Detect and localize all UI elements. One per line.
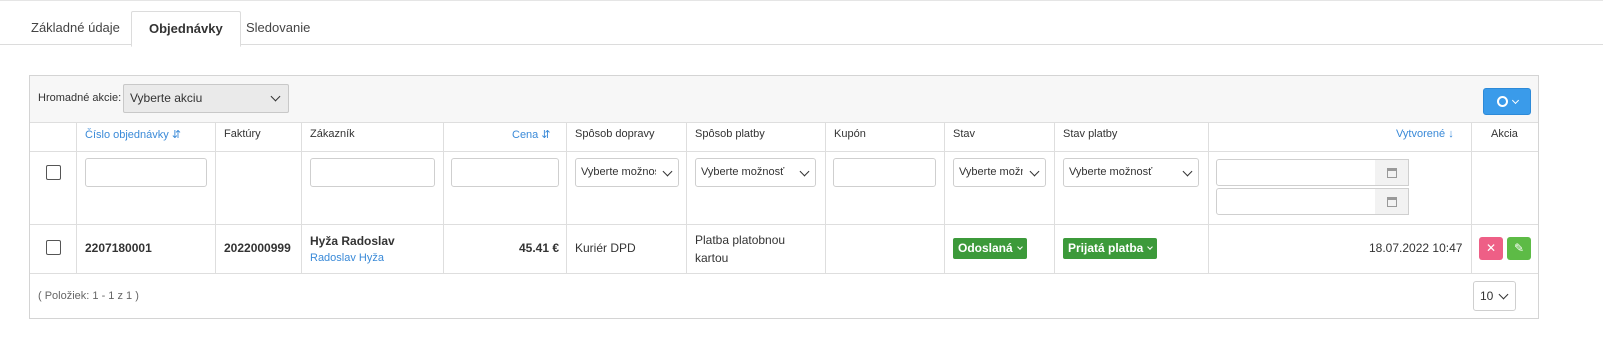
pagination-count: ( Položiek: 1 - 1 z 1 ): [38, 290, 139, 302]
delete-button[interactable]: ✕: [1479, 237, 1503, 260]
divider: [1208, 122, 1209, 273]
payment-status-filter-select[interactable]: Vyberte možnosť: [1063, 158, 1199, 187]
chevron-down-icon: [662, 166, 673, 177]
payment-status-filter-value: Vyberte možnosť: [1069, 166, 1153, 178]
sort-icon: ⇵: [171, 129, 182, 141]
order-status-label: Odoslaná: [958, 241, 1013, 255]
divider: [76, 122, 77, 273]
divider: [215, 122, 216, 273]
grid-settings-button[interactable]: [1483, 88, 1531, 115]
created-from-calendar-button[interactable]: [1375, 159, 1409, 186]
divider: [30, 151, 1538, 152]
tab-bar: Základné údaje Objednávky Sledovanie: [0, 0, 1603, 47]
customer-filter-input[interactable]: [310, 158, 435, 187]
chevron-down-icon: [1147, 243, 1154, 250]
customer-link[interactable]: Radoslav Hyža: [310, 252, 384, 264]
divider: [301, 122, 302, 273]
column-header-invoices: Faktúry: [224, 128, 261, 140]
order-number-filter-input[interactable]: [85, 158, 207, 187]
sort-icon: ⇵: [541, 129, 551, 141]
chevron-down-icon: [1029, 166, 1040, 177]
column-header-created[interactable]: Vytvorené ↓: [1396, 128, 1454, 140]
grid-toolbar: Hromadné akcie: Vyberte akciu: [30, 76, 1538, 122]
chevron-down-icon: [1182, 166, 1193, 177]
gear-icon: [1496, 96, 1508, 108]
chevron-down-icon: [1498, 289, 1509, 300]
bulk-actions-value: Vyberte akciu: [130, 91, 203, 105]
order-number-cell[interactable]: 2207180001: [85, 241, 152, 255]
delivery-cell: Kuriér DPD: [575, 241, 636, 255]
invoice-cell[interactable]: 2022000999: [224, 241, 291, 255]
order-status-badge[interactable]: Odoslaná: [953, 238, 1027, 259]
column-header-status: Stav: [953, 128, 976, 140]
calendar-icon: [1387, 197, 1397, 207]
orders-grid-panel: Hromadné akcie: Vyberte akciu Číslo obje…: [29, 75, 1539, 319]
column-header-label: Cena: [512, 129, 539, 141]
sort-icon: ↓: [1448, 128, 1454, 140]
column-header-coupon: Kupón: [834, 128, 866, 140]
payment-filter-select[interactable]: Vyberte možnosť: [695, 158, 816, 187]
chevron-down-icon: [1511, 96, 1519, 104]
divider: [443, 122, 444, 273]
column-header-payment: Spôsob platby: [695, 128, 765, 140]
status-filter-select[interactable]: Vyberte možnosť: [953, 158, 1046, 187]
page-size-select[interactable]: 10: [1473, 281, 1516, 311]
edit-button[interactable]: ✎: [1507, 237, 1531, 260]
divider: [825, 122, 826, 273]
price-filter-input[interactable]: [451, 158, 559, 187]
payment-cell-line2: kartou: [695, 251, 729, 265]
page-size-value: 10: [1480, 289, 1494, 303]
divider: [1054, 122, 1055, 273]
column-header-order-number[interactable]: Číslo objednávky ⇵: [85, 128, 181, 141]
column-header-payment-status: Stav platby: [1063, 128, 1118, 140]
chevron-down-icon: [799, 166, 810, 177]
column-header-label: Vytvorené: [1396, 128, 1446, 140]
divider: [30, 224, 1538, 225]
bulk-actions-select[interactable]: Vyberte akciu: [123, 84, 289, 113]
column-header-actions: Akcia: [1491, 128, 1518, 140]
delivery-filter-value: Vyberte možnosť: [581, 166, 656, 178]
column-header-delivery: Spôsob dopravy: [575, 128, 655, 140]
calendar-icon: [1387, 168, 1397, 178]
bulk-actions-label: Hromadné akcie:: [38, 92, 122, 104]
column-header-price[interactable]: Cena ⇵: [512, 128, 551, 141]
chevron-down-icon: [1016, 243, 1023, 250]
column-header-label: Číslo objednávky: [85, 129, 169, 141]
divider: [30, 273, 1538, 274]
created-cell: 18.07.2022 10:47: [1369, 241, 1463, 255]
tab-sledovanie[interactable]: Sledovanie: [229, 11, 327, 46]
created-from-input[interactable]: [1216, 159, 1376, 186]
payment-status-badge[interactable]: Prijatá platba: [1063, 238, 1158, 259]
status-filter-value: Vyberte možnosť: [959, 166, 1023, 178]
payment-filter-value: Vyberte možnosť: [701, 166, 785, 178]
row-select-checkbox[interactable]: [46, 240, 61, 255]
divider: [30, 122, 1538, 123]
chevron-down-icon: [270, 91, 281, 102]
divider: [944, 122, 945, 273]
delivery-filter-select[interactable]: Vyberte možnosť: [575, 158, 679, 187]
tab-zakladne-udaje[interactable]: Základné údaje: [14, 11, 137, 46]
payment-cell-line1: Platba platobnou: [695, 233, 786, 247]
price-cell: 45.41 €: [519, 241, 560, 255]
coupon-filter-input[interactable]: [833, 158, 936, 187]
divider: [686, 122, 687, 273]
divider: [1471, 122, 1472, 273]
edit-icon: ✎: [1513, 241, 1525, 255]
created-to-calendar-button[interactable]: [1375, 188, 1409, 215]
tab-objednavky[interactable]: Objednávky: [131, 11, 241, 47]
payment-status-label: Prijatá platba: [1068, 241, 1144, 255]
created-to-input[interactable]: [1216, 188, 1376, 215]
select-all-checkbox[interactable]: [46, 165, 61, 180]
customer-name-cell: Hyža Radoslav: [310, 234, 395, 248]
column-header-customer: Zákazník: [310, 128, 355, 140]
divider: [566, 122, 567, 273]
close-icon: ✕: [1485, 241, 1497, 255]
